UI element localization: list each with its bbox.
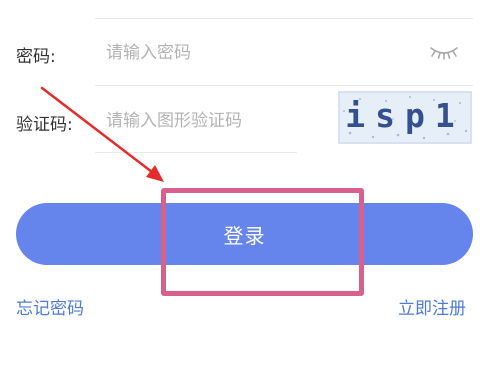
captcha-field-divider — [95, 152, 297, 153]
captcha-image[interactable]: isp1 — [338, 91, 472, 144]
captcha-input[interactable] — [106, 110, 306, 132]
password-field-divider — [95, 85, 473, 86]
captcha-text: isp1 — [345, 96, 464, 135]
password-input[interactable] — [106, 42, 406, 64]
forgot-password-link[interactable]: 忘记密码 — [16, 294, 84, 319]
login-button-label: 登录 — [223, 223, 266, 248]
captcha-label: 验证码: — [16, 115, 73, 135]
login-form-screen: 密码: 验证码: isp1 登录 忘记密码 立即注册 — [0, 0, 499, 369]
eye-closed-icon[interactable] — [428, 42, 460, 62]
password-label: 密码: — [16, 47, 56, 67]
register-link[interactable]: 立即注册 — [398, 294, 466, 319]
login-button[interactable]: 登录 — [16, 203, 473, 265]
top-field-divider — [95, 18, 473, 19]
